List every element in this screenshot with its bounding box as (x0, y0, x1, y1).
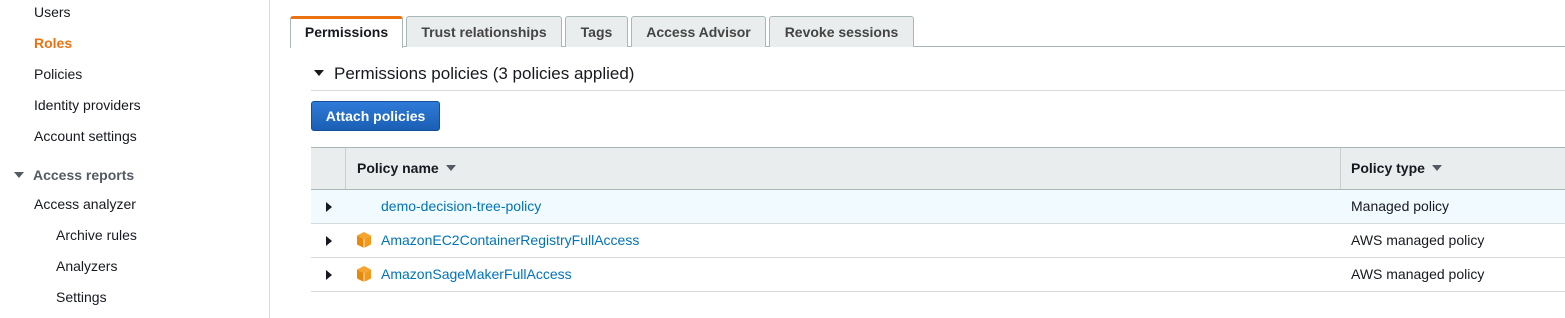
section-title: Permissions policies (3 policies applied… (334, 64, 635, 83)
policy-type-cell: Managed policy (1351, 198, 1450, 214)
sort-caret-icon (445, 165, 456, 172)
column-label: Policy type (1351, 160, 1425, 176)
sidebar-item-identity-providers[interactable]: Identity providers (34, 97, 141, 113)
column-divider (1340, 148, 1341, 189)
caret-down-icon (14, 172, 24, 179)
sidebar-item-account-settings[interactable]: Account settings (34, 128, 137, 144)
tab-bar: Permissions Trust relationships Tags Acc… (290, 16, 1565, 48)
policy-name-link[interactable]: demo-decision-tree-policy (381, 190, 541, 223)
tab-tags[interactable]: Tags (565, 16, 628, 47)
sidebar-item-settings[interactable]: Settings (56, 289, 107, 305)
table-row[interactable]: demo-decision-tree-policy Managed policy (311, 190, 1565, 224)
policy-name-link[interactable]: AmazonSageMakerFullAccess (381, 258, 572, 291)
policy-name-link[interactable]: AmazonEC2ContainerRegistryFullAccess (381, 224, 639, 257)
sidebar-item-archive-rules[interactable]: Archive rules (56, 227, 137, 243)
table-header: Policy name Policy type (311, 147, 1565, 190)
column-header-policy-type[interactable]: Policy type (1351, 148, 1442, 189)
expand-row-icon[interactable] (326, 236, 332, 246)
tab-permissions[interactable]: Permissions (290, 16, 403, 48)
caret-down-icon (314, 69, 324, 76)
column-divider (345, 148, 346, 189)
column-label: Policy name (357, 160, 439, 176)
sidebar-section-label: Access reports (33, 167, 135, 183)
table-row[interactable]: AmazonEC2ContainerRegistryFullAccess AWS… (311, 224, 1565, 258)
policies-table: Policy name Policy type demo-decision-tr… (311, 147, 1565, 292)
sidebar-item-analyzers[interactable]: Analyzers (56, 258, 117, 274)
tab-revoke-sessions[interactable]: Revoke sessions (769, 16, 914, 47)
expand-row-icon[interactable] (326, 270, 332, 280)
tab-access-advisor[interactable]: Access Advisor (631, 16, 766, 47)
policy-type-cell: AWS managed policy (1351, 232, 1485, 248)
aws-cube-icon (357, 232, 371, 248)
permissions-policies-header[interactable]: Permissions policies (3 policies applied… (314, 64, 634, 84)
tab-trust-relationships[interactable]: Trust relationships (406, 16, 562, 47)
policy-type-cell: AWS managed policy (1351, 266, 1485, 282)
sidebar-item-roles[interactable]: Roles (34, 35, 72, 51)
table-row[interactable]: AmazonSageMakerFullAccess AWS managed po… (311, 258, 1565, 292)
column-header-policy-name[interactable]: Policy name (357, 148, 456, 189)
sidebar-item-access-analyzer[interactable]: Access analyzer (34, 196, 136, 212)
aws-cube-icon (357, 266, 371, 282)
sidebar-item-users[interactable]: Users (34, 4, 71, 20)
sidebar: Users Roles Policies Identity providers … (0, 0, 270, 318)
expand-row-icon[interactable] (326, 202, 332, 212)
attach-policies-button[interactable]: Attach policies (311, 101, 440, 131)
sort-caret-icon (1431, 165, 1442, 172)
sidebar-section-access-reports[interactable]: Access reports (14, 167, 134, 183)
sidebar-item-policies[interactable]: Policies (34, 66, 82, 82)
divider (311, 90, 1565, 91)
